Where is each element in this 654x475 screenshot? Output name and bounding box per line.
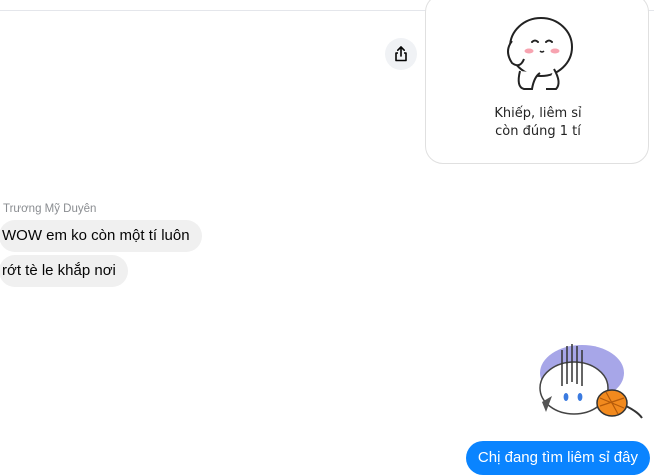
shy-bunny-sticker [507,17,573,90]
sender-name: Trương Mỹ Duyên [3,203,97,215]
share-button[interactable] [385,38,417,70]
incoming-message[interactable]: WOW em ko còn một tí luôn [0,220,202,252]
fallen-cat-sticker[interactable] [534,340,646,422]
outgoing-message[interactable]: Chị đang tìm liêm sỉ đây [465,441,650,475]
sticker-caption-line1: Khiếp, liêm sỉ [494,106,582,121]
incoming-message[interactable]: rớt tè le khắp nơi [0,255,128,287]
share-icon [395,46,407,62]
sticker-caption-line2: còn đúng 1 tí [495,124,581,139]
sticker-caption: Khiếp, liêm sỉ còn đúng 1 tí [426,105,650,141]
sticker-message[interactable]: Khiếp, liêm sỉ còn đúng 1 tí [425,0,649,164]
